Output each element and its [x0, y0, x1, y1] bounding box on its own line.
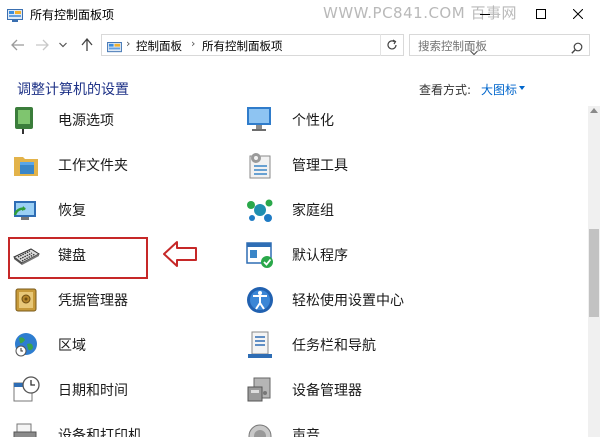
item-label: 管理工具	[292, 158, 348, 174]
item-recovery[interactable]: 恢复	[0, 188, 86, 232]
item-default-programs[interactable]: 默认程序	[234, 233, 348, 277]
page-heading: 调整计算机的设置	[17, 82, 129, 98]
view-by-label: 查看方式:	[419, 83, 472, 97]
item-taskbar-navigation[interactable]: 任务栏和导航	[234, 323, 376, 367]
breadcrumb-separator-icon[interactable]: ›	[191, 37, 195, 50]
item-label: 工作文件夹	[58, 158, 128, 174]
default-programs-icon	[244, 239, 276, 271]
scrollbar-thumb[interactable]	[589, 229, 599, 317]
personalization-icon	[244, 106, 276, 136]
minimize-button[interactable]	[462, 0, 508, 28]
search-icon[interactable]	[571, 39, 583, 58]
item-label: 家庭组	[292, 203, 334, 219]
recovery-icon	[10, 194, 42, 226]
item-homegroup[interactable]: 家庭组	[234, 188, 334, 232]
view-by-dropdown[interactable]: 大图标	[481, 81, 517, 98]
back-arrow-icon	[11, 39, 24, 51]
item-power-options[interactable]: 电源选项	[0, 106, 114, 142]
close-button[interactable]	[556, 0, 600, 28]
homegroup-icon	[244, 194, 276, 226]
item-label: 轻松使用设置中心	[292, 293, 404, 309]
refresh-button[interactable]	[380, 34, 403, 56]
arrow-pointer-icon	[163, 241, 197, 267]
forward-arrow-icon	[36, 39, 49, 51]
item-ease-of-access[interactable]: 轻松使用设置中心	[234, 278, 404, 322]
search-box[interactable]	[409, 34, 590, 56]
title-bar: 所有控制面板项 WWW.PC841.COM 百事网	[0, 0, 600, 28]
control-panel-icon	[7, 7, 23, 22]
credential-manager-icon	[10, 284, 42, 316]
item-device-manager[interactable]: 设备管理器	[234, 368, 362, 412]
item-label: 默认程序	[292, 248, 348, 264]
taskbar-navigation-icon	[244, 329, 276, 361]
window-title: 所有控制面板项	[30, 8, 115, 22]
item-region[interactable]: 区域	[0, 323, 86, 367]
work-folders-icon	[10, 149, 42, 181]
highlight-box	[8, 237, 148, 279]
item-label: 设备和打印机	[58, 428, 142, 437]
devices-printers-icon	[10, 419, 42, 437]
item-credential-manager[interactable]: 凭据管理器	[0, 278, 128, 322]
breadcrumb-all-items[interactable]: 所有控制面板项	[202, 38, 283, 54]
item-label: 个性化	[292, 113, 334, 129]
sound-icon	[244, 419, 276, 437]
item-devices-printers[interactable]: 设备和打印机	[0, 413, 142, 437]
item-label: 日期和时间	[58, 383, 128, 399]
view-by-caret-icon[interactable]	[519, 86, 525, 90]
item-work-folders[interactable]: 工作文件夹	[0, 143, 128, 187]
item-sound[interactable]: 声音	[234, 413, 320, 437]
chevron-down-icon	[59, 42, 67, 48]
up-arrow-icon	[81, 38, 93, 51]
item-label: 凭据管理器	[58, 293, 128, 309]
item-personalization[interactable]: 个性化	[234, 106, 334, 142]
breadcrumb-separator-icon[interactable]: ›	[126, 37, 130, 50]
item-date-time[interactable]: 日期和时间	[0, 368, 128, 412]
search-input[interactable]	[416, 36, 570, 56]
power-options-icon	[10, 106, 42, 136]
control-panel-icon	[107, 39, 122, 53]
admin-tools-icon	[244, 149, 276, 181]
refresh-icon	[387, 39, 397, 50]
scroll-up-arrow-icon[interactable]	[590, 108, 598, 113]
item-label: 电源选项	[58, 113, 114, 129]
item-label: 任务栏和导航	[292, 338, 376, 354]
breadcrumb-control-panel[interactable]: 控制面板	[136, 38, 182, 54]
item-label: 区域	[58, 338, 86, 354]
device-manager-icon	[244, 374, 276, 406]
up-button[interactable]	[77, 35, 97, 55]
forward-button[interactable]	[32, 35, 52, 55]
item-label: 声音	[292, 428, 320, 437]
item-admin-tools[interactable]: 管理工具	[234, 143, 348, 187]
item-label: 恢复	[58, 203, 86, 219]
item-label: 设备管理器	[292, 383, 362, 399]
date-time-icon	[10, 374, 42, 406]
recent-locations-button[interactable]	[56, 35, 70, 55]
region-icon	[10, 329, 42, 361]
address-bar[interactable]: › 控制面板 › 所有控制面板项	[101, 34, 478, 56]
ease-of-access-icon	[244, 284, 276, 316]
back-button[interactable]	[8, 35, 28, 55]
